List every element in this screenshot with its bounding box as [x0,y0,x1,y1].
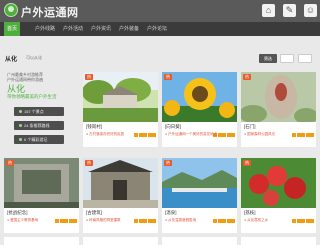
attraction-desc: 爱国主义教育基地 [7,218,77,223]
attraction-card[interactable]: 热 [钱岗村] 古村落保存完好的民居 [83,72,158,147]
attraction-card[interactable]: 热 [向日葵] 户外运通网一个美好的赏花地点 [162,72,237,147]
brand-title[interactable]: 户外运通网 [21,4,79,20]
nav-routes[interactable]: 户外线路 [32,22,58,36]
list-icon [19,110,22,114]
location-subtitle: 可以从化 [26,55,42,60]
grid-view-button[interactable] [298,54,312,63]
attraction-name[interactable]: [温泉] [165,210,177,216]
attraction-name[interactable]: [钱岗村] [86,124,102,130]
attraction-card[interactable]: 热 [荔枝] 从化荔枝之乡 [241,158,316,233]
attraction-desc: 岭南风格的祠堂建筑 [86,218,156,223]
list-view-button[interactable] [280,54,294,63]
stat-notes-label: 0 个精彩游记 [24,137,48,142]
hot-badge: 热 [243,74,251,80]
stat-routes[interactable]: 24 条推荐路线 [14,121,64,130]
main-nav: 首页 户外线路 户外活动 户外资讯 户外装备 户外论坛 [0,22,320,36]
attraction-card[interactable]: 热 [抗战纪念] 爱国主义教育基地 [4,158,79,233]
attraction-photo[interactable] [162,72,237,122]
attraction-card[interactable]: 热 [石门] 国家森林公园风光 [241,72,316,147]
filter-button[interactable]: 筛选 [259,54,277,63]
nav-home[interactable]: 首页 [4,22,21,36]
intro-slogan: 带你领略最美的户外生活 [7,94,57,99]
attraction-card[interactable]: 热 [古建筑] 岭南风格的祠堂建筑 [83,158,158,233]
edit-icon[interactable]: ✎ [283,4,296,17]
route-icon [19,124,22,128]
hot-badge: 热 [6,160,14,166]
nav-activities[interactable]: 户外活动 [60,22,86,36]
intro-panel: 广州最美乡村游推荐 户外运通网带你游遍 从化 带你领略最美的户外生活 157 个… [4,72,76,150]
logo-icon[interactable] [4,3,18,17]
user-icon[interactable]: ☺ [304,4,317,17]
hot-badge: 热 [85,74,93,80]
attraction-name[interactable]: [古建筑] [86,210,102,216]
stat-routes-label: 24 条推荐路线 [24,123,50,128]
header-bar: 户外运通网 ⌂ ✎ ☺ [0,0,320,22]
attraction-desc: 国家森林公园风光 [244,132,314,137]
camera-icon [19,138,22,142]
attraction-photo[interactable] [83,158,158,208]
attraction-name[interactable]: [向日葵] [165,124,181,130]
attraction-desc: 古村落保存完好的民居 [86,132,156,137]
stat-spots[interactable]: 157 个景点 [14,107,64,116]
attraction-desc: 从化温泉度假胜地 [165,218,235,223]
attraction-card-partial[interactable] [83,237,158,245]
attraction-photo[interactable] [83,72,158,122]
nav-forum[interactable]: 户外论坛 [144,22,170,36]
hot-badge: 热 [164,160,172,166]
attraction-desc: 从化荔枝之乡 [244,218,314,223]
attraction-name[interactable]: [抗战纪念] [7,210,28,216]
attraction-name[interactable]: [荔枝] [244,210,256,216]
location-title: 从化 [5,57,18,63]
attraction-photo[interactable] [241,158,316,208]
hot-badge: 热 [164,74,172,80]
home-icon[interactable]: ⌂ [262,4,275,17]
stat-spots-label: 157 个景点 [24,109,44,114]
attraction-photo[interactable] [4,158,79,208]
hot-badge: 热 [243,160,251,166]
attraction-name[interactable]: [石门] [244,124,256,130]
filter-strip: 从化 可以从化 筛选 [0,54,320,66]
hot-badge: 热 [85,160,93,166]
stat-notes[interactable]: 0 个精彩游记 [14,135,64,144]
attraction-desc: 户外运通网一个美好的赏花地点 [165,132,235,137]
attraction-photo[interactable] [162,158,237,208]
nav-news[interactable]: 户外资讯 [88,22,114,36]
attraction-card-partial[interactable] [162,237,237,245]
attraction-card[interactable]: 热 [温泉] 从化温泉度假胜地 [162,158,237,233]
nav-gear[interactable]: 户外装备 [116,22,142,36]
attraction-card-partial[interactable] [4,237,79,245]
attraction-photo[interactable] [241,72,316,122]
attraction-card-partial[interactable] [241,237,316,245]
